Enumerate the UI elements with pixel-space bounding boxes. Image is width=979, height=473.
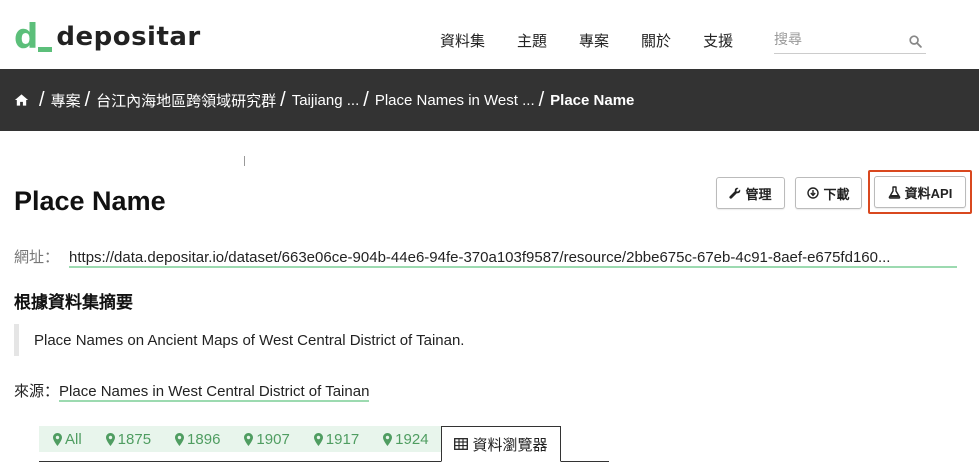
logo-text: depositar <box>56 22 201 52</box>
tab-1896[interactable]: 1896 <box>163 426 233 452</box>
source-label: 來源： <box>14 383 60 400</box>
tab-all[interactable]: All <box>39 426 94 452</box>
breadcrumb-organization[interactable]: 台江內海地區跨領域研究群 <box>96 90 276 111</box>
tab-label: 資料瀏覽器 <box>472 436 548 454</box>
view-tabs: All 1875 1896 1907 1917 1924 資料瀏覽器 <box>39 426 609 462</box>
tab-data-explorer[interactable]: 資料瀏覽器 <box>440 426 561 462</box>
summary-heading: 根據資料集摘要 <box>14 293 133 312</box>
breadcrumb-dataset[interactable]: Place Names in West ... <box>375 92 535 109</box>
main-nav: 資料集 主題 專案 關於 支援 <box>440 30 765 51</box>
breadcrumb-separator: / <box>84 88 91 111</box>
nav-about[interactable]: 關於 <box>641 30 671 51</box>
data-api-label: 資料API <box>904 185 953 201</box>
breadcrumb-separator: / <box>538 88 545 111</box>
table-icon <box>453 438 468 450</box>
tab-1924[interactable]: 1924 <box>371 426 441 452</box>
breadcrumb-group[interactable]: Taijiang ... <box>292 92 360 109</box>
site-header: d depositar 資料集 主題 專案 關於 支援 <box>0 0 979 69</box>
map-marker-icon <box>313 432 323 446</box>
nav-topics[interactable]: 主題 <box>517 30 547 51</box>
tab-label: All <box>65 430 82 448</box>
tab-1907[interactable]: 1907 <box>232 426 302 452</box>
source-link[interactable]: Place Names in West Central District of … <box>59 383 370 402</box>
breadcrumb-separator: / <box>39 88 45 111</box>
search-icon[interactable] <box>909 35 922 48</box>
tab-1917[interactable]: 1917 <box>301 426 372 452</box>
nav-datasets[interactable]: 資料集 <box>440 30 485 51</box>
map-marker-icon <box>105 432 115 446</box>
map-marker-icon <box>383 432 393 446</box>
url-label: 網址： <box>14 249 60 266</box>
search-input[interactable] <box>774 26 899 52</box>
map-marker-icon <box>175 432 185 446</box>
site-logo[interactable]: d depositar <box>14 14 201 54</box>
breadcrumb-projects[interactable]: 專案 <box>51 90 81 111</box>
map-marker-icon <box>244 432 254 446</box>
search-box <box>774 26 926 54</box>
home-icon[interactable] <box>14 93 29 107</box>
divider <box>244 156 245 166</box>
nav-projects[interactable]: 專案 <box>579 30 609 51</box>
manage-button[interactable]: 管理 <box>716 177 785 209</box>
map-marker-icon <box>53 432 62 446</box>
data-api-button[interactable]: 資料API <box>874 176 966 208</box>
tab-label: 1907 <box>256 430 290 448</box>
tab-1875[interactable]: 1875 <box>93 426 164 452</box>
tab-label: 1896 <box>187 430 221 448</box>
breadcrumb-current[interactable]: Place Name <box>550 92 634 109</box>
summary-quote: Place Names on Ancient Maps of West Cent… <box>14 324 914 356</box>
download-icon <box>807 187 820 199</box>
flask-icon <box>888 185 900 199</box>
page-title: Place Name <box>14 186 166 216</box>
logo-letter: d <box>14 17 38 57</box>
summary-text: Place Names on Ancient Maps of West Cent… <box>34 331 465 349</box>
download-button[interactable]: 下載 <box>795 177 862 209</box>
source-row: 來源： Place Names in West Central District… <box>14 380 370 402</box>
download-label: 下載 <box>823 186 850 202</box>
breadcrumb-separator: / <box>280 88 286 111</box>
breadcrumb-separator: / <box>363 88 369 111</box>
resource-url-row: 網址： https://data.depositar.io/dataset/66… <box>14 246 958 268</box>
breadcrumb: / 專案 / 台江內海地區跨領域研究群 / Taijiang ... / Pla… <box>0 69 979 131</box>
logo-underscore <box>38 47 53 52</box>
tab-label: 1875 <box>117 430 152 448</box>
manage-label: 管理 <box>745 186 772 202</box>
resource-url-link[interactable]: https://data.depositar.io/dataset/663e06… <box>69 249 958 268</box>
tab-label: 1924 <box>395 430 429 448</box>
tab-label: 1917 <box>325 430 360 448</box>
wrench-icon <box>729 187 741 199</box>
nav-support[interactable]: 支援 <box>703 30 733 51</box>
